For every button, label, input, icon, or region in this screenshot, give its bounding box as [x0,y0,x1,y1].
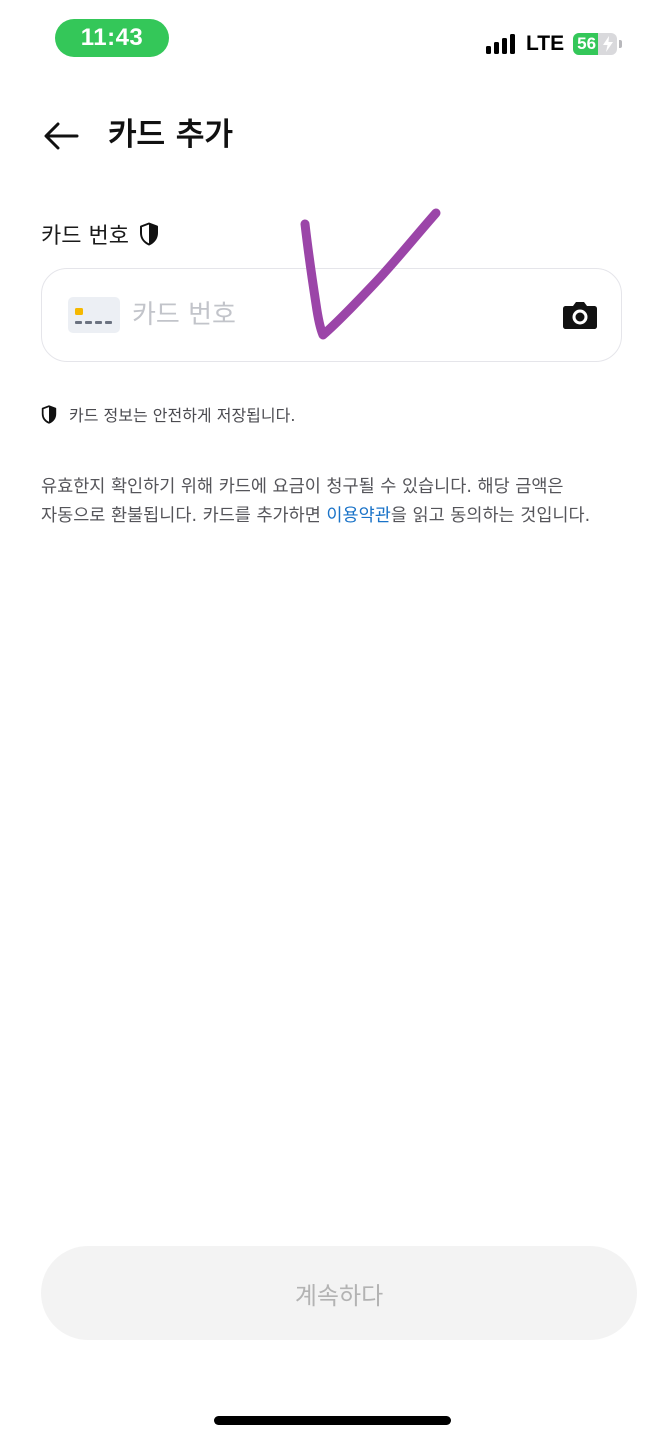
camera-icon [563,302,597,329]
status-time-pill: 11:43 [55,19,169,57]
battery-charging-icon: 56 [573,33,618,55]
charge-disclaimer: 유효한지 확인하기 위해 카드에 요금이 청구될 수 있습니다. 해당 금액은 … [41,473,631,531]
card-number-dots [75,321,112,324]
secure-storage-note: 카드 정보는 안전하게 저장됩니다. [69,406,296,425]
continue-button[interactable]: 계속하다 [41,1246,637,1340]
shield-icon [139,222,158,246]
battery-cap [619,40,623,48]
disclaimer-text-after: 을 읽고 동의하는 것입니다. [390,506,591,526]
signal-bars-icon [486,34,515,54]
scan-card-camera-button[interactable] [560,297,600,333]
arrow-left-icon [44,122,79,150]
credit-card-icon [68,297,120,333]
battery-level: 56 [577,34,597,53]
status-time: 11:43 [80,24,144,51]
handwritten-check-mark [300,208,441,340]
page-title: 카드 추가 [108,117,233,153]
shield-icon [41,404,57,424]
status-bar-right: LTE 56 [486,30,623,58]
lightning-bolt-icon [603,36,614,52]
terms-of-service-link[interactable]: 이용약관 [326,506,390,526]
card-chip [75,308,83,315]
card-number-label-row: 카드 번호 [41,216,159,252]
card-number-label: 카드 번호 [41,224,129,249]
back-button[interactable] [38,114,84,158]
home-indicator[interactable] [214,1416,451,1425]
network-label: LTE [526,32,565,55]
secure-note-row: 카드 정보는 안전하게 저장됩니다. [41,400,295,428]
